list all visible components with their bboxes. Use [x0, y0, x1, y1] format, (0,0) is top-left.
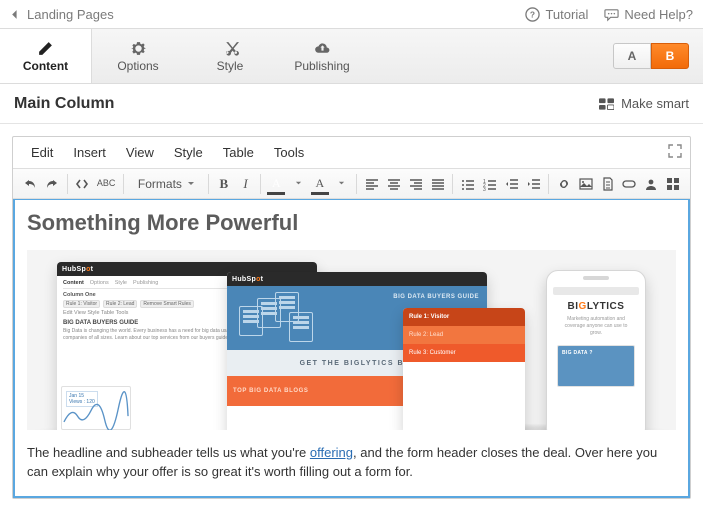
align-right-button[interactable]: [405, 173, 427, 195]
hero-phone: BIGLYTICS Marketing automation and cover…: [546, 270, 646, 430]
tutorial-label: Tutorial: [545, 7, 588, 22]
bullet-list-button[interactable]: [457, 173, 479, 195]
help-circle-icon: ?: [525, 7, 540, 22]
breadcrumb-bar: Landing Pages ? Tutorial Need Help?: [0, 0, 703, 28]
ab-test-toggle: A B: [613, 29, 703, 83]
tab-options[interactable]: Options: [92, 29, 184, 83]
chevron-down-icon: [295, 180, 302, 187]
link-icon: [557, 177, 571, 191]
editor-toolbar: ABC Formats B I A A 123: [13, 169, 690, 199]
undo-button[interactable]: [19, 173, 41, 195]
help-label: Need Help?: [624, 7, 693, 22]
align-left-button[interactable]: [361, 173, 383, 195]
chat-icon: [604, 7, 619, 22]
menu-view[interactable]: View: [116, 145, 164, 160]
spellcheck-button[interactable]: ABC: [93, 173, 119, 195]
make-smart-label: Make smart: [621, 96, 689, 111]
scissors-icon: [222, 40, 239, 57]
indent-icon: [527, 177, 541, 191]
make-smart-button[interactable]: Make smart: [599, 96, 689, 111]
svg-text:?: ?: [530, 9, 535, 19]
cloud-upload-icon: [314, 40, 331, 57]
personalize-button[interactable]: [640, 173, 662, 195]
document-button[interactable]: [597, 173, 619, 195]
source-code-button[interactable]: [71, 173, 93, 195]
align-justify-button[interactable]: [427, 173, 449, 195]
image-button[interactable]: [575, 173, 597, 195]
file-icon: [601, 177, 615, 191]
chevron-down-icon: [338, 180, 345, 187]
chevron-down-icon: [187, 180, 195, 188]
pencil-icon: [37, 40, 54, 57]
tab-style[interactable]: Style: [184, 29, 276, 83]
tab-content-label: Content: [23, 59, 68, 73]
image-icon: [579, 177, 593, 191]
code-icon: [75, 177, 89, 191]
gear-icon: [130, 40, 147, 57]
svg-text:3: 3: [483, 187, 486, 191]
content-headline: Something More Powerful: [27, 210, 676, 236]
list-ul-icon: [461, 177, 475, 191]
section-title: Main Column: [14, 95, 114, 113]
align-center-button[interactable]: [383, 173, 405, 195]
section-header: Main Column Make smart: [0, 84, 703, 124]
redo-button[interactable]: [41, 173, 63, 195]
formats-dropdown[interactable]: Formats: [128, 173, 204, 195]
tab-style-label: Style: [217, 59, 244, 73]
rich-text-editor: Edit Insert View Style Table Tools ABC F…: [12, 136, 691, 499]
content-body: The headline and subheader tells us what…: [27, 444, 676, 482]
align-left-icon: [365, 177, 379, 191]
align-justify-icon: [431, 177, 445, 191]
italic-button[interactable]: I: [235, 173, 257, 195]
menu-table[interactable]: Table: [213, 145, 264, 160]
variant-b-button[interactable]: B: [651, 43, 689, 69]
list-ol-icon: 123: [483, 177, 497, 191]
indent-button[interactable]: [523, 173, 545, 195]
background-color-menu[interactable]: [287, 173, 309, 195]
align-right-icon: [409, 177, 423, 191]
text-color-button[interactable]: A: [309, 173, 331, 195]
editor-menubar: Edit Insert View Style Table Tools: [13, 137, 690, 169]
cta-icon: [622, 177, 636, 191]
embed-button[interactable]: [662, 173, 684, 195]
hero-image: HubSpot ContentOptionsStylePublishing Co…: [27, 250, 676, 430]
back-label: Landing Pages: [27, 7, 114, 22]
back-arrow-icon: [10, 9, 21, 20]
background-color-button[interactable]: A: [265, 173, 287, 195]
undo-icon: [23, 177, 37, 191]
main-tabs: Content Options Style Publishing A B: [0, 28, 703, 84]
back-link[interactable]: Landing Pages: [10, 7, 114, 22]
menu-insert[interactable]: Insert: [63, 145, 116, 160]
expand-icon: [668, 144, 682, 158]
align-center-icon: [387, 177, 401, 191]
grid-icon: [666, 177, 680, 191]
tab-content[interactable]: Content: [0, 29, 92, 83]
text-color-menu[interactable]: [331, 173, 353, 195]
menu-edit[interactable]: Edit: [21, 145, 63, 160]
outdent-icon: [505, 177, 519, 191]
tab-publishing[interactable]: Publishing: [276, 29, 368, 83]
hero-panel-rules: Rule 1: Visitor Rule 2: Lead Rule 3: Cus…: [403, 308, 525, 430]
tutorial-link[interactable]: ? Tutorial: [525, 7, 588, 22]
cta-button[interactable]: [619, 173, 641, 195]
tab-publishing-label: Publishing: [294, 59, 349, 73]
menu-style[interactable]: Style: [164, 145, 213, 160]
offering-link[interactable]: offering: [310, 445, 353, 460]
variant-a-button[interactable]: A: [613, 43, 651, 69]
tab-options-label: Options: [117, 59, 158, 73]
bold-button[interactable]: B: [213, 173, 235, 195]
need-help-link[interactable]: Need Help?: [604, 7, 693, 22]
menu-tools[interactable]: Tools: [264, 145, 314, 160]
user-icon: [644, 177, 658, 191]
editor-content[interactable]: Something More Powerful HubSpot ContentO…: [13, 199, 690, 498]
formats-label: Formats: [138, 177, 182, 191]
outdent-button[interactable]: [501, 173, 523, 195]
numbered-list-button[interactable]: 123: [479, 173, 501, 195]
redo-icon: [45, 177, 59, 191]
fullscreen-button[interactable]: [668, 144, 682, 161]
link-button[interactable]: [553, 173, 575, 195]
smart-icon: [599, 98, 614, 110]
